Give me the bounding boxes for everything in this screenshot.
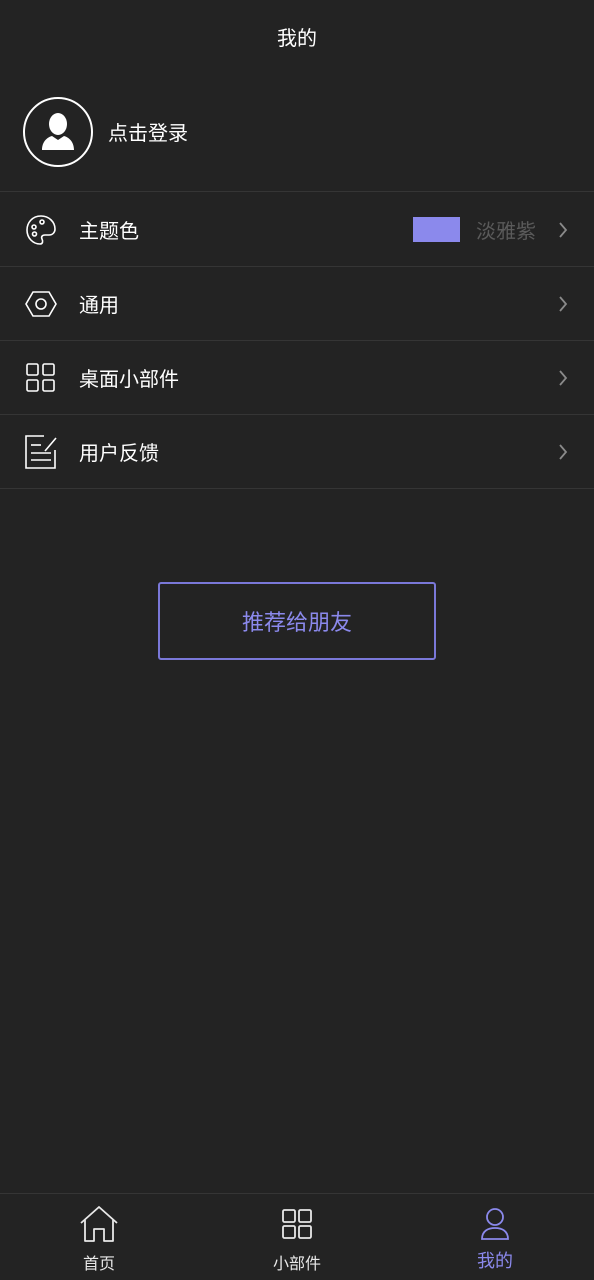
tab-label: 首页 (82, 1254, 115, 1273)
hexagon-settings-icon (24, 287, 58, 321)
menu-item-general[interactable]: 通用 (0, 267, 594, 341)
title-bar: 我的 (0, 0, 594, 72)
chevron-right-icon (559, 221, 568, 238)
page-title: 我的 (277, 25, 317, 50)
settings-menu: 主题色 淡雅紫 通用 桌面小部件 用户反馈 (0, 193, 594, 489)
grid-icon (24, 361, 58, 395)
chevron-right-icon (559, 443, 568, 460)
chevron-right-icon (559, 369, 568, 386)
menu-item-user-feedback[interactable]: 用户反馈 (0, 415, 594, 489)
tab-label: 我的 (477, 1251, 513, 1272)
user-silhouette-icon (42, 112, 74, 150)
menu-item-label: 桌面小部件 (79, 367, 179, 391)
theme-color-swatch (413, 217, 460, 242)
profile-login-row[interactable]: 点击登录 (0, 72, 594, 192)
edit-document-icon (24, 434, 58, 469)
menu-item-label: 通用 (79, 293, 119, 317)
avatar[interactable] (23, 96, 93, 167)
recommend-button-label: 推荐给朋友 (241, 611, 352, 636)
grid-icon (277, 1204, 317, 1244)
recommend-to-friends-button[interactable]: 推荐给朋友 (158, 582, 436, 660)
menu-item-theme-color[interactable]: 主题色 淡雅紫 (0, 193, 594, 267)
login-label[interactable]: 点击登录 (108, 117, 188, 146)
palette-icon (24, 213, 58, 247)
menu-item-desktop-widgets[interactable]: 桌面小部件 (0, 341, 594, 415)
menu-item-label: 用户反馈 (79, 441, 159, 465)
person-icon (475, 1204, 515, 1244)
tab-mine[interactable]: 我的 (396, 1194, 594, 1280)
bottom-tab-bar: 首页 小部件 我的 (0, 1193, 594, 1280)
menu-item-label: 主题色 (79, 219, 139, 243)
home-icon (79, 1204, 119, 1244)
theme-color-value: 淡雅紫 (476, 219, 536, 243)
tab-home[interactable]: 首页 (0, 1194, 198, 1280)
tab-label: 小部件 (272, 1254, 321, 1273)
tab-widgets[interactable]: 小部件 (198, 1194, 396, 1280)
chevron-right-icon (559, 295, 568, 312)
